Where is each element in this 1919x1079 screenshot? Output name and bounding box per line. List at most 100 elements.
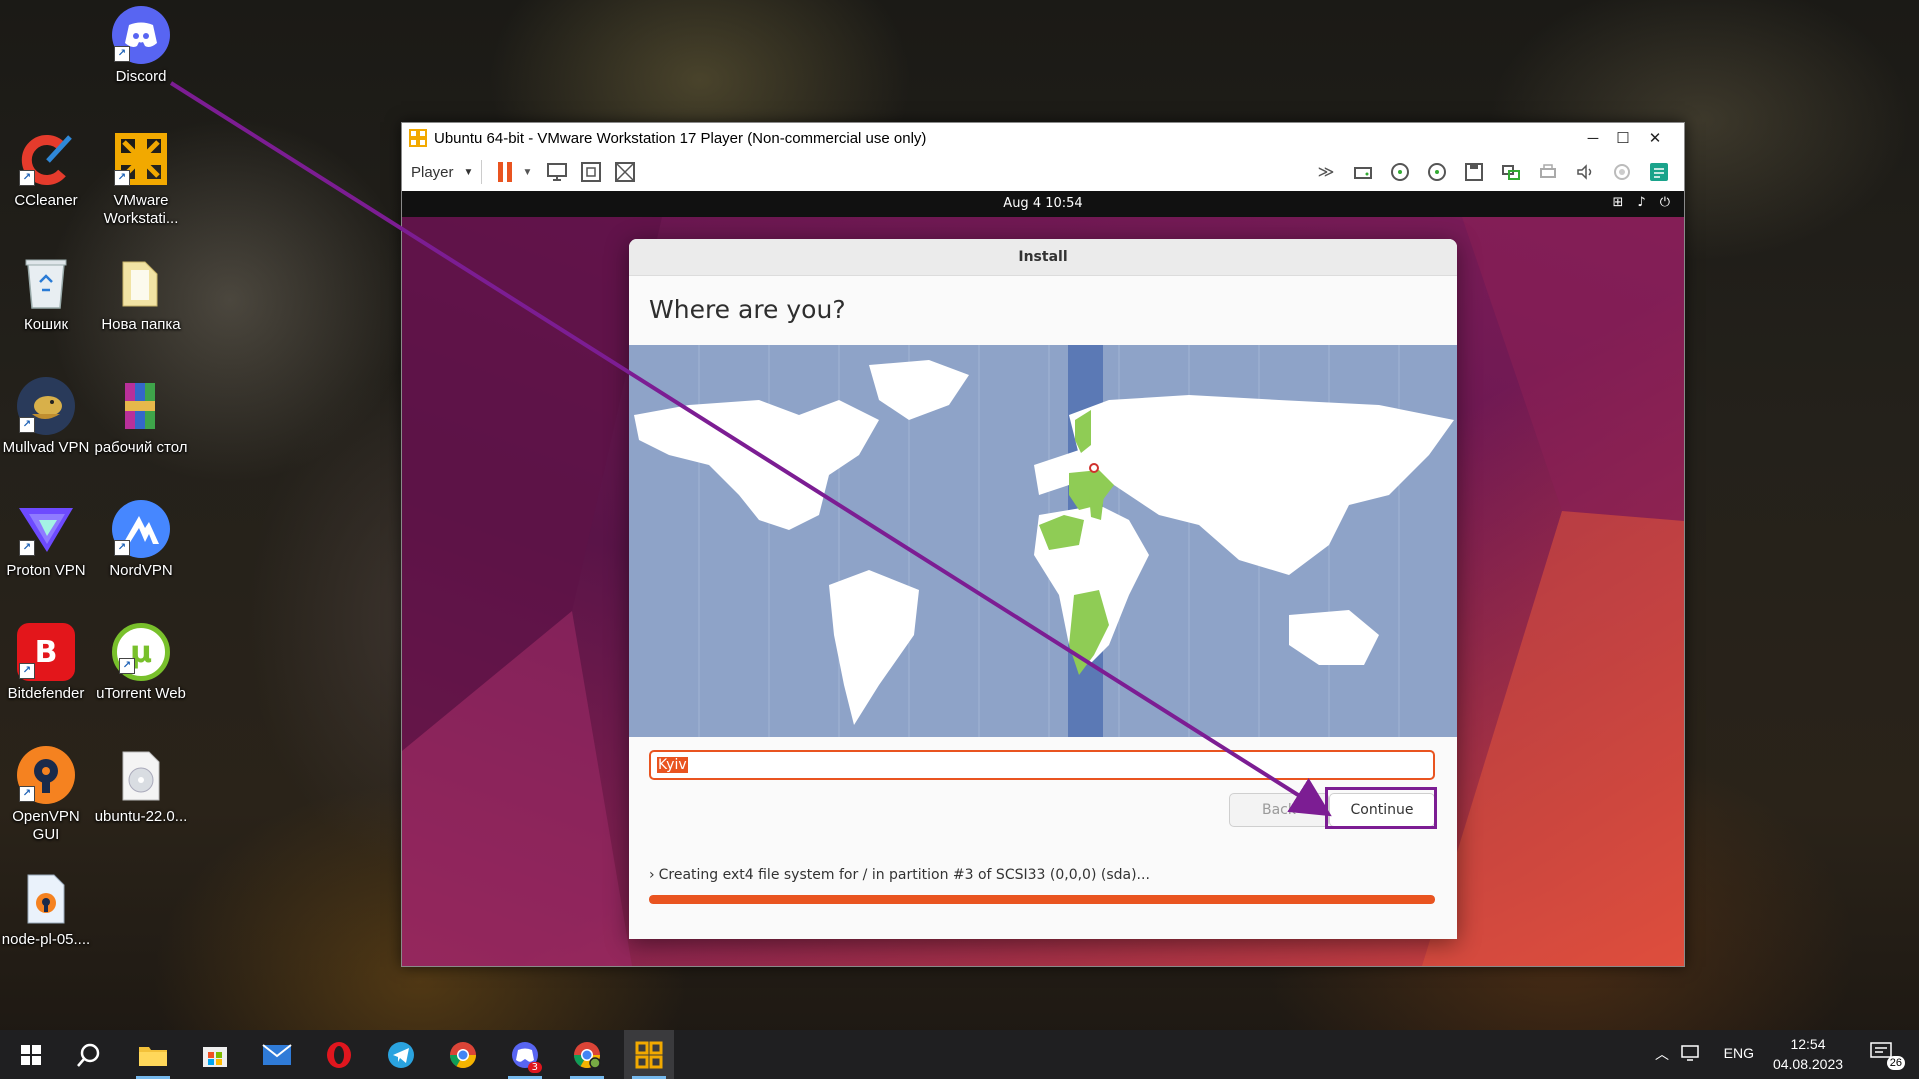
volume-icon: ♪ [1637, 195, 1646, 210]
taskbar-store[interactable] [190, 1030, 240, 1079]
sound-card-icon [1577, 164, 1592, 180]
printer-icon [1540, 164, 1556, 178]
progress-status-text: Creating ext4 file system for / in parti… [658, 867, 1150, 883]
desktop-icon-bitdefender[interactable]: B ↗ Bitdefender [0, 623, 94, 703]
disc-image-icon [112, 746, 170, 804]
desktop-icon-recycle-bin[interactable]: Кошик [0, 254, 94, 334]
city-input[interactable]: Kyiv [649, 750, 1435, 780]
location-pin-icon [1089, 463, 1099, 473]
taskbar-chrome[interactable] [438, 1030, 488, 1079]
floppy-device[interactable] [1459, 157, 1489, 187]
nordvpn-icon: ↗ [112, 500, 170, 558]
installer-window: Install Where are you? Kyiv Back Continu… [629, 239, 1457, 939]
windows-logo-icon [21, 1044, 41, 1065]
network-adapter-icon [1502, 165, 1520, 180]
mullvad-icon: ↗ [17, 377, 75, 435]
more-devices-icon[interactable]: ≫ [1311, 157, 1341, 187]
gnome-clock[interactable]: Aug 4 10:54 [402, 196, 1684, 211]
desktop-icon-discord[interactable]: ↗ Discord [93, 6, 189, 86]
taskbar-file-explorer[interactable] [128, 1030, 178, 1079]
desktop-icon-label: node-pl-05.... [1, 931, 91, 948]
desktop-icon-ccleaner[interactable]: ↗ CCleaner [0, 130, 94, 210]
vmware-window-title: Ubuntu 64-bit - VMware Workstation 17 Pl… [434, 129, 927, 147]
desktop-icon-nordvpn[interactable]: ↗ NordVPN [93, 500, 189, 580]
cd-icon [1391, 163, 1409, 181]
gnome-system-tray[interactable]: ⊞ ♪ ⏻ [1613, 195, 1671, 210]
taskbar-discord[interactable]: 3 [500, 1030, 550, 1079]
taskbar-chrome-profile[interactable] [562, 1030, 612, 1079]
language-indicator[interactable]: ENG [1724, 1045, 1754, 1061]
device-tray: ≫ [1311, 157, 1678, 187]
vmware-icon [635, 1041, 663, 1068]
maximize-button[interactable]: ☐ [1608, 123, 1638, 153]
desktop-icon-label: Mullvad VPN [2, 439, 90, 456]
chrome-icon [449, 1041, 477, 1068]
clock[interactable]: 12:54 04.08.2023 [1765, 1034, 1851, 1074]
desktop-icon-openvpn[interactable]: ↗ OpenVPN GUI [0, 746, 94, 844]
desktop-icon-label: ubuntu-22.0... [94, 808, 188, 825]
pause-dropdown-icon[interactable]: ▼ [522, 167, 532, 178]
vmware-window: Ubuntu 64-bit - VMware Workstation 17 Pl… [401, 122, 1685, 967]
message-log-button[interactable] [1644, 157, 1674, 187]
taskbar-opera[interactable] [314, 1030, 364, 1079]
desktop-icon-node-ovpn[interactable]: node-pl-05.... [0, 869, 94, 949]
taskbar-vmware[interactable] [624, 1030, 674, 1079]
close-button[interactable]: ✕ [1640, 123, 1670, 153]
discord-icon: ↗ [112, 6, 170, 64]
vmware-app-icon [409, 129, 427, 147]
desktop-icon-proton-vpn[interactable]: ↗ Proton VPN [0, 500, 94, 580]
bitdefender-icon: B ↗ [17, 623, 75, 681]
desktop-icon-new-folder[interactable]: Нова папка [93, 254, 189, 334]
desktop-icon-label: Bitdefender [7, 685, 85, 702]
full-screen-button[interactable] [576, 157, 606, 187]
city-input-value: Kyiv [657, 757, 688, 773]
network-icon[interactable] [1681, 1044, 1701, 1065]
start-button[interactable] [6, 1030, 56, 1079]
installer-titlebar[interactable]: Install [629, 239, 1457, 276]
action-center-button[interactable]: 26 [1869, 1040, 1909, 1070]
taskbar-telegram[interactable] [376, 1030, 426, 1079]
vmware-icon: ↗ [112, 130, 170, 188]
usb-device[interactable] [1607, 157, 1637, 187]
taskbar-mail[interactable] [252, 1030, 302, 1079]
recycle-bin-icon [17, 254, 75, 312]
power-icon: ⏻ [1659, 195, 1670, 210]
pause-button[interactable] [490, 157, 520, 187]
proton-vpn-icon: ↗ [17, 500, 75, 558]
progress-status[interactable]: › Creating ext4 file system for / in part… [649, 867, 1150, 883]
desktop-icon-archive[interactable]: рабочий стол [93, 377, 189, 457]
sound-device[interactable] [1570, 157, 1600, 187]
unity-button[interactable] [610, 157, 640, 187]
desktop-icon-utorrent[interactable]: µ ↗ uTorrent Web [93, 623, 189, 703]
cd-device-2[interactable] [1422, 157, 1452, 187]
desktop-icon-label: Proton VPN [6, 562, 86, 579]
timezone-map[interactable] [629, 345, 1457, 737]
cd-device[interactable] [1385, 157, 1415, 187]
ccleaner-icon: ↗ [17, 130, 75, 188]
show-hidden-icons-chevron-up-icon[interactable]: ︿ [1655, 1044, 1669, 1064]
openvpn-icon: ↗ [17, 746, 75, 804]
store-icon [203, 1046, 227, 1067]
network-icon: ⊞ [1612, 195, 1624, 210]
player-menu[interactable]: Player ▼ [411, 164, 473, 181]
guest-screen[interactable]: Aug 4 10:54 ⊞ ♪ ⏻ Install Where are you? [402, 191, 1684, 966]
minimize-button[interactable]: ─ [1578, 123, 1608, 153]
desktop-icon-vmware[interactable]: ↗ VMware Workstati... [93, 130, 189, 228]
search-button[interactable] [64, 1030, 114, 1079]
back-button[interactable]: Back [1229, 793, 1329, 827]
player-menu-label: Player [411, 163, 454, 181]
network-device[interactable] [1496, 157, 1526, 187]
send-ctrl-alt-del-button[interactable] [542, 157, 572, 187]
desktop-icon-label: NordVPN [109, 562, 173, 579]
gnome-top-bar: Aug 4 10:54 ⊞ ♪ ⏻ [402, 191, 1684, 217]
desktop-icon-ubuntu-iso[interactable]: ubuntu-22.0... [93, 746, 189, 826]
message-log-icon [1650, 163, 1668, 181]
vmware-titlebar[interactable]: Ubuntu 64-bit - VMware Workstation 17 Pl… [402, 123, 1684, 153]
desktop-icon-label: Нова папка [101, 316, 181, 333]
hard-disk-device[interactable] [1348, 157, 1378, 187]
cd-icon [1428, 163, 1446, 181]
desktop-icon-mullvad[interactable]: ↗ Mullvad VPN [0, 377, 94, 457]
printer-device[interactable] [1533, 157, 1563, 187]
unity-icon [615, 162, 636, 182]
continue-button[interactable]: Continue [1329, 793, 1435, 827]
